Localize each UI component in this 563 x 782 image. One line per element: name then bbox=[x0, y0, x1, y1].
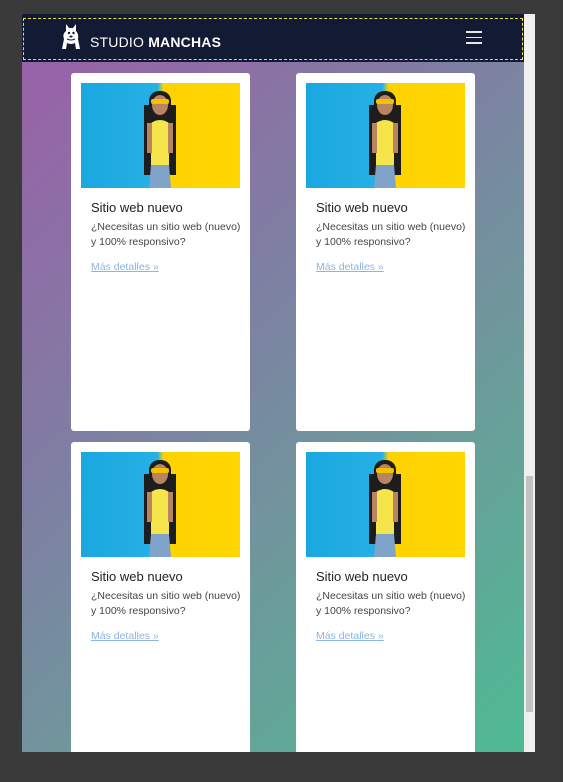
more-details-link[interactable]: Más detalles » bbox=[91, 261, 159, 273]
more-details-label: Más detalles bbox=[91, 630, 150, 642]
service-card: Sitio web nuevo ¿Necesitas un sitio web … bbox=[296, 442, 475, 752]
vertical-scrollbar[interactable] bbox=[524, 14, 535, 752]
brand-logo[interactable]: STUDIO MANCHAS bbox=[58, 22, 221, 52]
more-details-label: Más detalles bbox=[316, 261, 375, 273]
card-description: ¿Necesitas un sitio web (nuevo) y 100% r… bbox=[91, 221, 241, 248]
card-title: Sitio web nuevo bbox=[91, 569, 183, 584]
brand-name: STUDIO MANCHAS bbox=[90, 34, 221, 50]
more-details-label: Más detalles bbox=[316, 630, 375, 642]
service-card: Sitio web nuevo ¿Necesitas un sitio web … bbox=[71, 73, 250, 431]
card-description: ¿Necesitas un sitio web (nuevo) y 100% r… bbox=[316, 221, 466, 248]
double-chevron-right-icon: » bbox=[152, 261, 159, 273]
card-image bbox=[306, 452, 465, 557]
more-details-label: Más detalles bbox=[91, 261, 150, 273]
double-chevron-right-icon: » bbox=[152, 630, 159, 642]
card-description: ¿Necesitas un sitio web (nuevo) y 100% r… bbox=[91, 590, 241, 617]
service-card: Sitio web nuevo ¿Necesitas un sitio web … bbox=[71, 442, 250, 752]
more-details-link[interactable]: Más detalles » bbox=[316, 630, 384, 642]
double-chevron-right-icon: » bbox=[377, 630, 384, 642]
card-description: ¿Necesitas un sitio web (nuevo) y 100% r… bbox=[316, 590, 466, 617]
hamburger-menu-icon[interactable] bbox=[466, 31, 482, 45]
card-title: Sitio web nuevo bbox=[316, 569, 408, 584]
card-title: Sitio web nuevo bbox=[316, 200, 408, 215]
service-card: Sitio web nuevo ¿Necesitas un sitio web … bbox=[296, 73, 475, 431]
card-image bbox=[81, 452, 240, 557]
double-chevron-right-icon: » bbox=[377, 261, 384, 273]
more-details-link[interactable]: Más detalles » bbox=[91, 630, 159, 642]
card-image bbox=[306, 83, 465, 188]
more-details-link[interactable]: Más detalles » bbox=[316, 261, 384, 273]
brand-name-light: STUDIO bbox=[90, 34, 145, 50]
card-title: Sitio web nuevo bbox=[91, 200, 183, 215]
dog-logo-icon bbox=[62, 24, 80, 49]
page-viewport[interactable]: STUDIO MANCHAS Sitio web nuevo ¿Necesita bbox=[22, 14, 524, 752]
card-image bbox=[81, 83, 240, 188]
scrollbar-thumb[interactable] bbox=[526, 476, 533, 712]
navbar: STUDIO MANCHAS bbox=[22, 14, 524, 62]
brand-name-bold: MANCHAS bbox=[148, 34, 222, 50]
